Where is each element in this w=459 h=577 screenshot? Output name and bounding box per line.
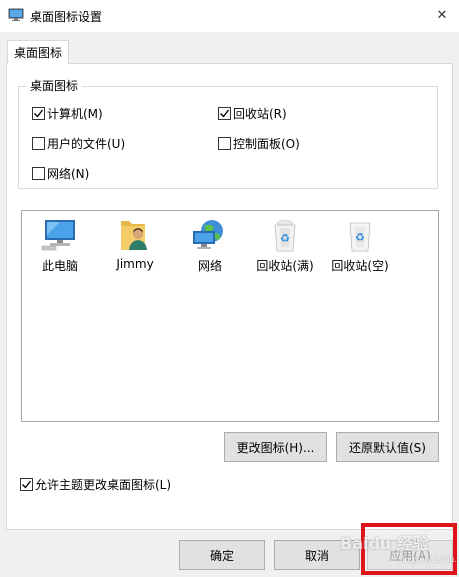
recycle-bin-full-icon: ♻ [265,217,305,253]
checkbox-control-panel[interactable]: 控制面板(O) [218,135,300,152]
checkbox-box[interactable] [218,137,231,150]
checkmark-icon [22,480,32,489]
close-icon: ✕ [436,7,448,23]
button-label: 应用(A) [389,548,431,563]
checkbox-recycle-bin[interactable]: 回收站(R) [218,105,287,122]
groupbox-title: 桌面图标 [26,77,83,94]
button-label: 确定 [209,548,234,563]
checkbox-box[interactable] [218,107,231,120]
list-item-recycle-bin-full[interactable]: ♻ 回收站(满) [253,217,317,274]
list-item-label: 此电脑 [41,259,78,273]
button-label: 更改图标(H)... [236,440,315,455]
checkbox-label: 网络(N) [47,167,90,181]
list-item-user-folder[interactable]: Jimmy [103,217,167,271]
checkbox-label: 控制面板(O) [233,137,300,151]
title-bar: 桌面图标设置 ✕ [0,0,459,32]
list-item-network[interactable]: 网络 [178,217,242,274]
restore-default-button[interactable]: 还原默认值(S) [336,432,439,462]
checkbox-label: 计算机(M) [47,107,103,121]
list-item-label: Jimmy [116,257,154,271]
dialog-app-icon [8,8,24,22]
button-label: 还原默认值(S) [349,440,426,455]
checkbox-allow-themes[interactable]: 允许主题更改桌面图标(L) [20,476,171,493]
desktop-icon-settings-dialog: 桌面图标设置 ✕ 桌面图标 桌面图标 计算机(M) 回收站(R) 用户的文件(U… [0,0,459,577]
checkbox-box[interactable] [20,478,33,491]
network-icon [190,217,230,253]
tab-label: 桌面图标 [13,46,62,60]
checkbox-user-files[interactable]: 用户的文件(U) [32,135,125,152]
checkbox-computer[interactable]: 计算机(M) [32,105,103,122]
list-item-label: 网络 [197,259,222,273]
checkmark-icon [34,109,44,118]
cancel-button[interactable]: 取消 [274,540,360,570]
list-item-label: 回收站(空) [331,259,389,273]
checkbox-box[interactable] [32,107,45,120]
svg-text:♻: ♻ [355,231,365,244]
checkbox-box[interactable] [32,167,45,180]
change-icon-button[interactable]: 更改图标(H)... [224,432,327,462]
checkbox-network[interactable]: 网络(N) [32,165,89,182]
this-pc-icon [40,217,80,253]
recycle-bin-empty-icon: ♻ [340,217,380,253]
window-title: 桌面图标设置 [30,10,103,24]
list-item-label: 回收站(满) [256,259,314,273]
tab-desktop-icons[interactable]: 桌面图标 [7,40,69,64]
checkbox-box[interactable] [32,137,45,150]
checkbox-label: 允许主题更改桌面图标(L) [35,478,172,492]
checkbox-label: 用户的文件(U) [47,137,126,151]
apply-button[interactable]: 应用(A) [367,540,453,570]
button-label: 取消 [304,548,329,563]
icon-list-view[interactable]: 此电脑 Jimmy 网络 ♻ 回收站(满) ♻ 回收站(空) [21,210,439,422]
close-button[interactable]: ✕ [425,0,459,30]
svg-text:♻: ♻ [280,232,290,245]
ok-button[interactable]: 确定 [179,540,265,570]
checkmark-icon [220,109,230,118]
checkbox-label: 回收站(R) [233,107,287,121]
list-item-this-pc[interactable]: 此电脑 [28,217,92,274]
list-item-recycle-bin-empty[interactable]: ♻ 回收站(空) [328,217,392,274]
user-folder-icon [115,217,155,253]
